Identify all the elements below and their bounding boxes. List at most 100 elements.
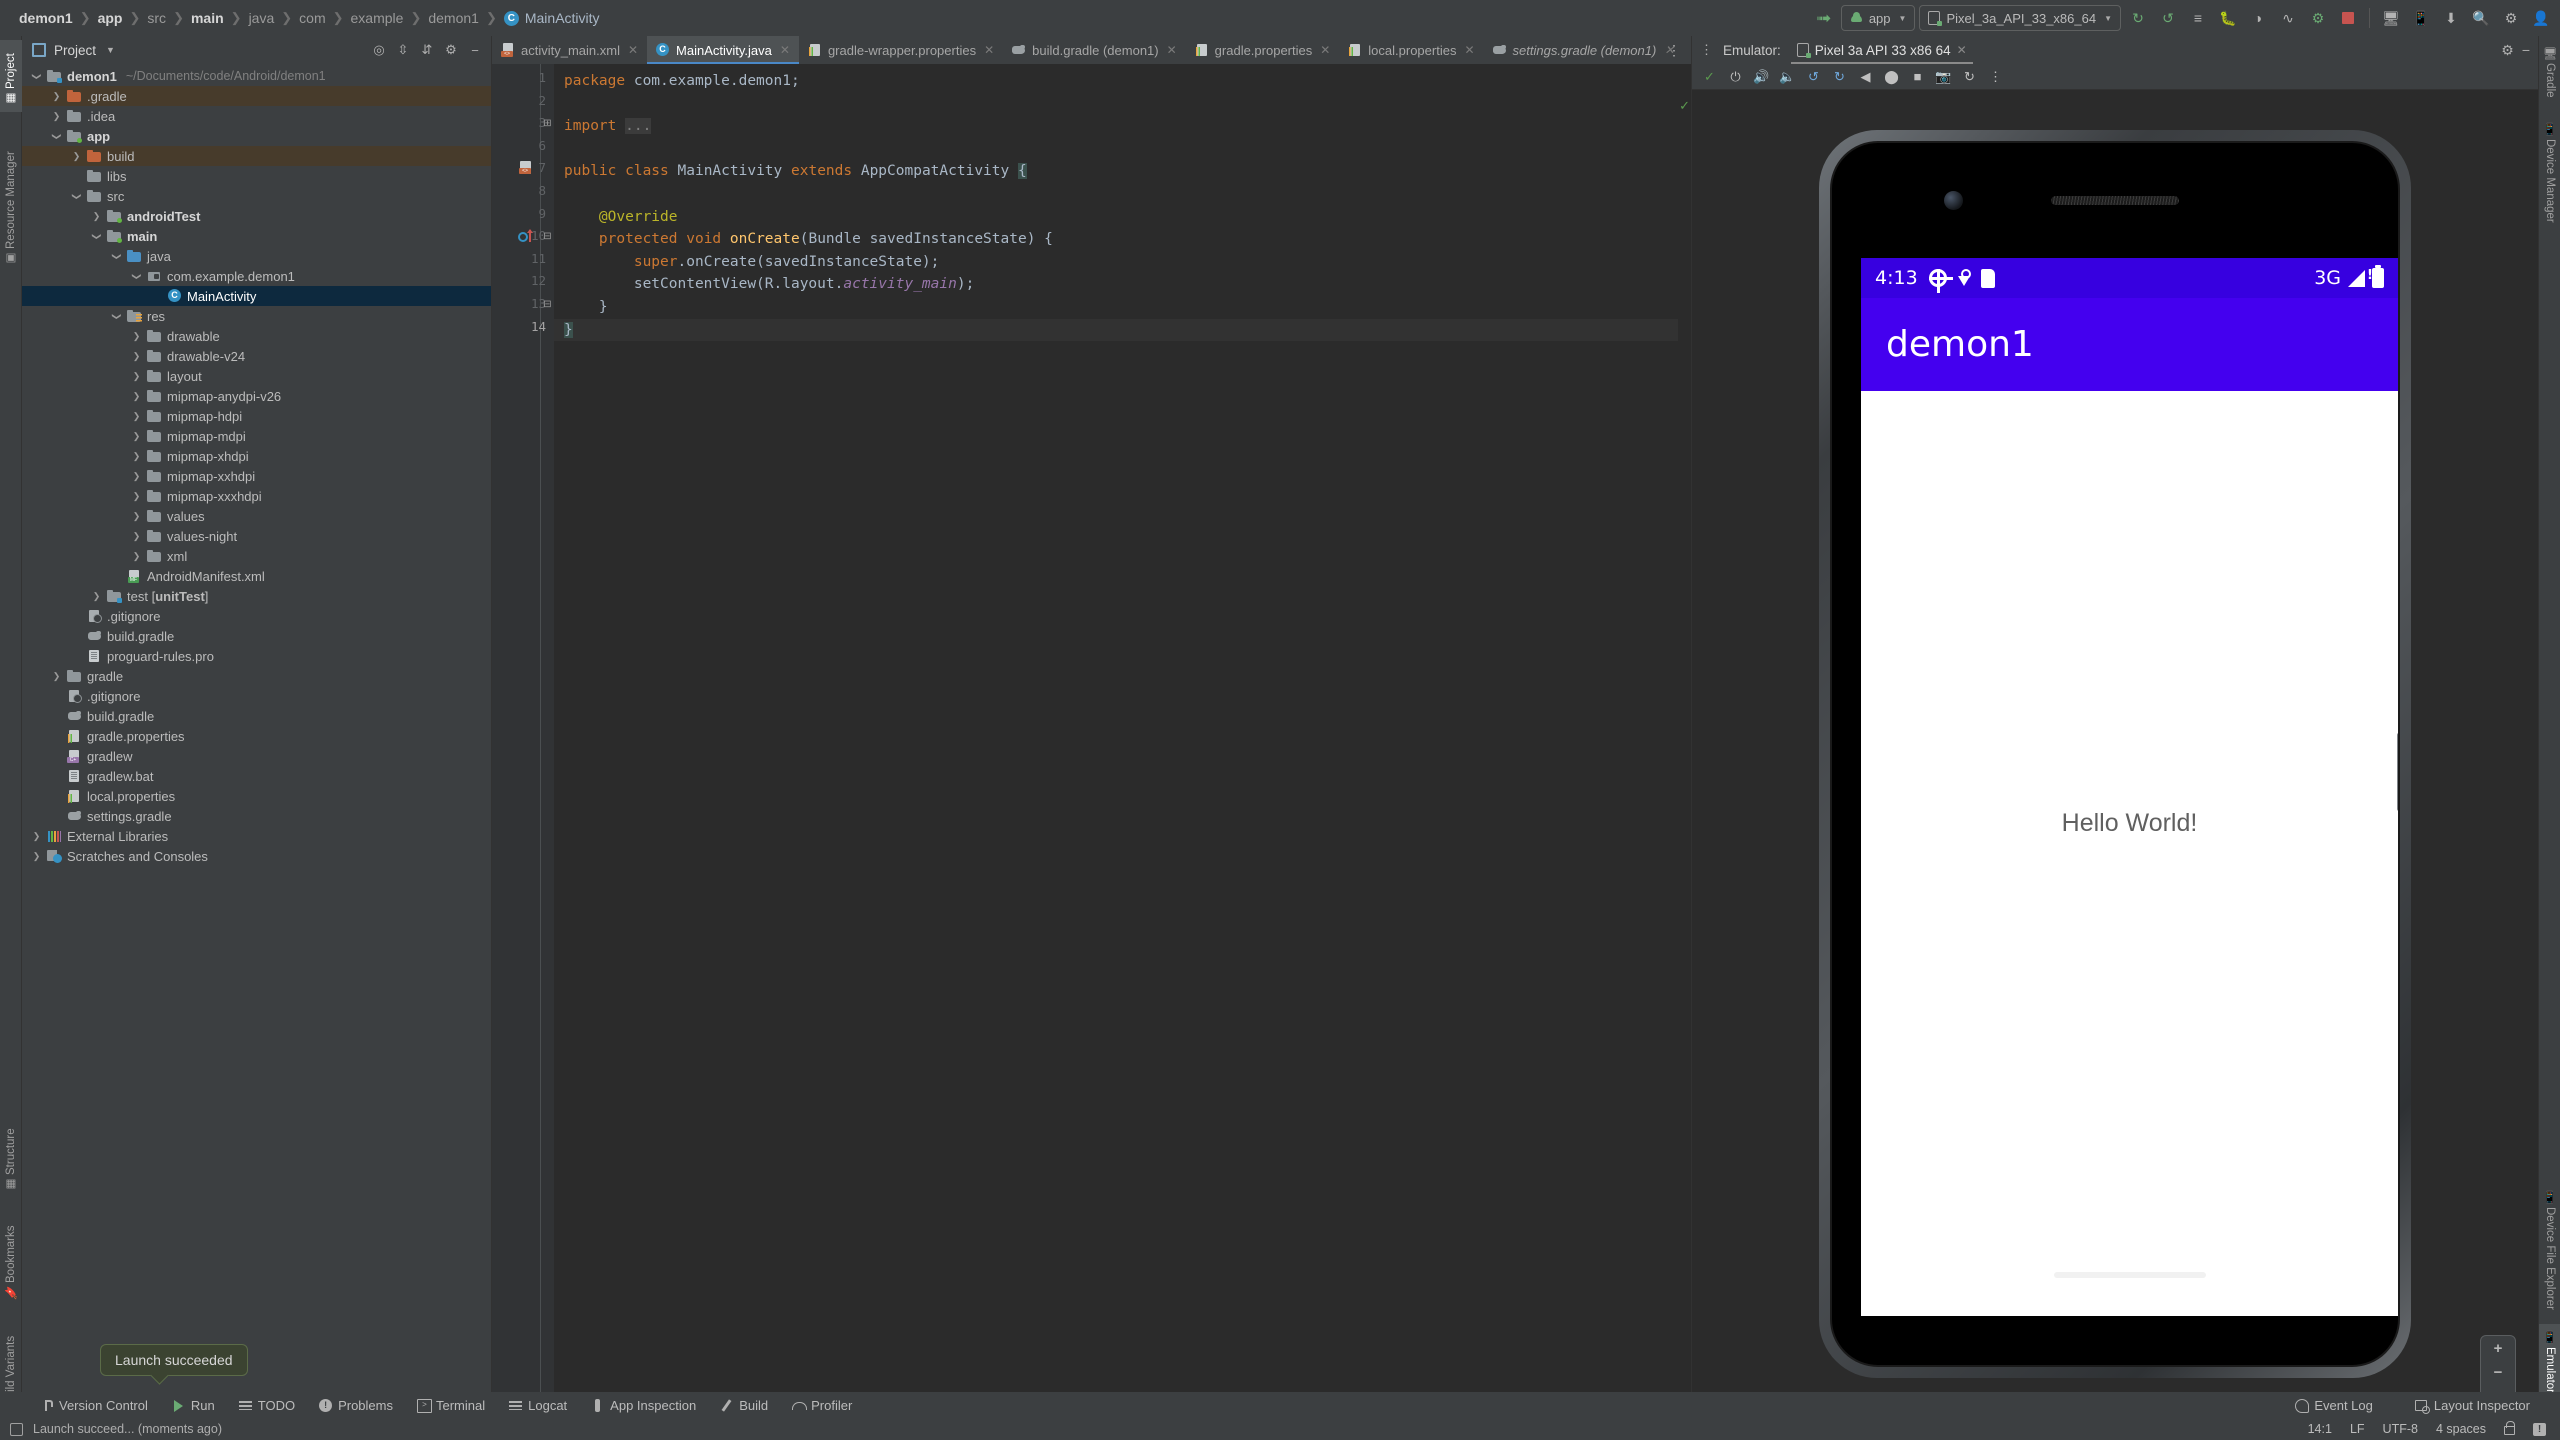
tree-node-build-gradle[interactable]: build.gradle [22, 706, 492, 726]
editor-tab-gradle-properties[interactable]: gradle.properties ✕ [1186, 36, 1340, 64]
collapse-all-icon[interactable]: ⇵ [416, 39, 438, 61]
code-fold-toggle[interactable]: ⊟ [543, 232, 552, 242]
sidebar-item-gradle[interactable]: 🖥 Gradle [2539, 40, 2560, 106]
chevron-right-icon[interactable]: ❯ [130, 471, 143, 482]
overriding-method-gutter-icon[interactable] [518, 229, 536, 246]
editor-tab-settings-gradle-demon1-[interactable]: settings.gradle (demon1) ✕ [1484, 36, 1684, 64]
tree-node-drawable[interactable]: ❯ drawable [22, 326, 492, 346]
tree-node-values-night[interactable]: ❯ values-night [22, 526, 492, 546]
status-bar-message[interactable]: Launch succeed... (moments ago) [33, 1422, 222, 1436]
bottom-bar-item-event-log[interactable]: Event Log [2283, 1392, 2385, 1418]
tree-node-scratches-and-consoles[interactable]: ❯ Scratches and Consoles [22, 846, 492, 866]
chevron-down-icon[interactable]: ❯ [111, 250, 122, 263]
chevron-right-icon[interactable]: ❯ [130, 431, 143, 442]
code-editor[interactable]: 12367891011121314⊞⊟⊟ package com.example… [492, 64, 1692, 1404]
zoom-out-button[interactable]: − [2494, 1365, 2503, 1380]
chevron-right-icon[interactable]: ❯ [130, 331, 143, 342]
chevron-down-icon[interactable]: ❯ [71, 190, 82, 203]
tree-node-res[interactable]: ❯ res [22, 306, 492, 326]
related-manifest-gutter-icon[interactable] [518, 161, 536, 177]
expand-all-icon[interactable]: ⇳ [392, 39, 414, 61]
device-screen[interactable]: 4:13 3G demon1 [1861, 258, 2398, 1316]
chevron-down-icon[interactable]: ❯ [111, 310, 122, 323]
sidebar-item-resource-manager[interactable]: ▣ Resource Manager [0, 122, 22, 272]
apply-changes-icon[interactable]: ≡ [2185, 5, 2211, 31]
tree-node-xml[interactable]: ❯ xml [22, 546, 492, 566]
tree-node-gradle[interactable]: ❯ gradle [22, 666, 492, 686]
tree-node--gitignore[interactable]: .gitignore [22, 686, 492, 706]
code-content[interactable]: package com.example.demon1; import ... pub… [554, 64, 1692, 1404]
close-icon[interactable]: ✕ [1167, 43, 1177, 57]
sidebar-item-bookmarks[interactable]: 🔖 Bookmarks [0, 1208, 22, 1306]
scroll-from-source-icon[interactable]: ◎ [368, 39, 390, 61]
indent-setting[interactable]: 4 spaces [2436, 1422, 2486, 1436]
chevron-right-icon[interactable]: ❯ [90, 591, 103, 602]
emulator-device-tab[interactable]: Pixel 3a API 33 x86 64 ✕ [1790, 36, 1973, 64]
close-icon[interactable]: ✕ [1464, 43, 1474, 57]
caret-position[interactable]: 14:1 [2308, 1422, 2332, 1436]
tree-node-mipmap-xhdpi[interactable]: ❯ mipmap-xhdpi [22, 446, 492, 466]
device-selector[interactable]: Pixel_3a_API_33_x86_64 ▼ [1919, 5, 2121, 31]
chevron-right-icon[interactable]: ❯ [130, 531, 143, 542]
editor-markers-gutter[interactable]: ✓ [1678, 92, 1692, 1404]
editor-tab-build-gradle-demon1-[interactable]: build.gradle (demon1) ✕ [1003, 36, 1186, 64]
notification-icon[interactable] [10, 1422, 23, 1436]
chevron-right-icon[interactable]: ❯ [130, 491, 143, 502]
code-line-11[interactable]: super.onCreate(savedInstanceState); [564, 251, 940, 274]
editor-gutter[interactable]: 1 2 3 6 7 8 9 10 11 12 13 14 ⊞ ⊟ ⊟ [492, 64, 554, 1404]
tree-node-androidtest[interactable]: ❯ androidTest [22, 206, 492, 226]
launch-succeeded-notification[interactable]: Launch succeeded [100, 1344, 248, 1376]
tree-node-mipmap-anydpi-v26[interactable]: ❯ mipmap-anydpi-v26 [22, 386, 492, 406]
power-icon[interactable]: ⏻ [1724, 66, 1747, 88]
chevron-right-icon[interactable]: ❯ [130, 411, 143, 422]
chevron-down-icon[interactable]: ❯ [31, 70, 42, 83]
tree-node-main[interactable]: ❯ main [22, 226, 492, 246]
rotate-right-icon[interactable]: ↻ [1828, 66, 1851, 88]
code-line-12[interactable]: setContentView(R.layout.activity_main); [564, 273, 975, 296]
tree-node-drawable-v24[interactable]: ❯ drawable-v24 [22, 346, 492, 366]
volume-down-icon[interactable]: 🔈 [1776, 66, 1799, 88]
settings-gear-icon[interactable]: ⚙ [2501, 42, 2514, 59]
tree-node-mipmap-xxxhdpi[interactable]: ❯ mipmap-xxxhdpi [22, 486, 492, 506]
chevron-down-icon[interactable]: ❯ [51, 130, 62, 143]
device-manager-icon[interactable]: 📱 [2408, 5, 2434, 31]
project-tree[interactable]: ❯ demon1 ~/Documents/code/Android/demon1 ❯.… [22, 64, 492, 1404]
chevron-down-icon[interactable]: ▼ [106, 45, 115, 55]
tree-node-test-unittest-[interactable]: ❯ test [unitTest] [22, 586, 492, 606]
code-line-9[interactable]: @Override [564, 206, 678, 229]
breadcrumb-class[interactable]: C MainActivity [499, 10, 605, 26]
run-configuration-selector[interactable]: app ▼ [1840, 5, 1916, 31]
tree-node-gradlew-bat[interactable]: gradlew.bat [22, 766, 492, 786]
chevron-right-icon[interactable]: ❯ [130, 551, 143, 562]
tree-node-build[interactable]: ❯ build [22, 146, 492, 166]
sdk-manager-icon[interactable]: ⬇ [2438, 5, 2464, 31]
sidebar-item-device-manager[interactable]: 📱 Device Manager [2539, 116, 2560, 248]
back-arrow-icon[interactable]: ➟ [1811, 5, 1837, 31]
file-encoding[interactable]: UTF-8 [2383, 1422, 2418, 1436]
screenshot-icon[interactable]: 📷 [1932, 66, 1955, 88]
attach-debugger-icon[interactable]: ◑ [2245, 5, 2271, 31]
editor-tab-activity-main-xml[interactable]: activity_main.xml ✕ [492, 36, 647, 64]
tree-node-mipmap-xxhdpi[interactable]: ❯ mipmap-xxhdpi [22, 466, 492, 486]
read-write-lock-icon[interactable] [2504, 1421, 2515, 1435]
close-icon[interactable]: ✕ [1957, 43, 1967, 57]
editor-tab-mainactivity-java[interactable]: MainActivity.java ✕ [647, 36, 799, 64]
chevron-down-icon[interactable]: ❯ [131, 270, 142, 283]
tree-node-libs[interactable]: libs [22, 166, 492, 186]
event-log-icon[interactable]: ! [2533, 1422, 2546, 1436]
more-icon[interactable]: ⋮ [1984, 66, 2007, 88]
tree-node-local-properties[interactable]: local.properties [22, 786, 492, 806]
bottom-bar-item-run[interactable]: Run [160, 1392, 227, 1418]
breadcrumb-item-6[interactable]: example [346, 10, 409, 26]
settings-gear-icon[interactable]: ⚙ [2498, 5, 2524, 31]
close-icon[interactable]: ✕ [780, 43, 790, 57]
bottom-bar-item-problems[interactable]: Problems [307, 1392, 405, 1418]
chevron-right-icon[interactable]: ❯ [30, 851, 43, 862]
hide-icon[interactable]: − [464, 39, 486, 61]
breadcrumb-item-4[interactable]: java [244, 10, 280, 26]
code-line-13[interactable]: } [564, 296, 608, 319]
code-line-7[interactable]: public class MainActivity extends AppCom… [564, 160, 1027, 183]
bottom-bar-item-terminal[interactable]: Terminal [405, 1392, 497, 1418]
chevron-right-icon[interactable]: ❯ [30, 831, 43, 842]
volume-up-icon[interactable]: 🔊 [1750, 66, 1773, 88]
